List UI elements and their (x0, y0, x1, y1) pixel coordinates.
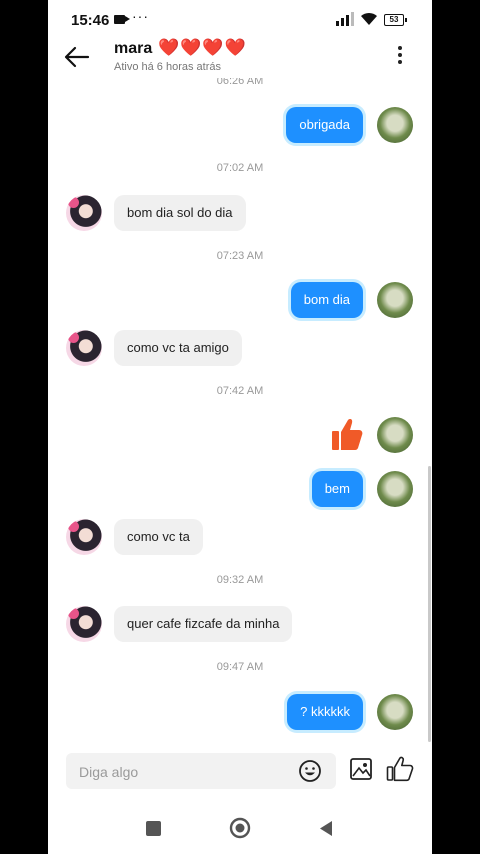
message-bubble-outgoing[interactable]: obrigada (286, 107, 363, 143)
my-avatar[interactable] (377, 417, 413, 453)
message-bubble-outgoing[interactable]: bem (311, 471, 363, 507)
my-avatar[interactable] (377, 471, 413, 507)
thumbs-up-icon[interactable] (331, 417, 363, 451)
message-input-container (66, 753, 336, 791)
more-options-icon[interactable] (390, 43, 410, 69)
message-bubble-incoming[interactable]: quer cafe fizcafe da minha (114, 606, 293, 642)
wifi-icon (361, 12, 377, 25)
contact-avatar[interactable] (66, 606, 102, 642)
more-notifications-indicator: ··· (132, 8, 149, 24)
message-bubble-outgoing[interactable]: bom dia (290, 282, 363, 318)
timestamp: 07:02 AM (216, 162, 264, 174)
battery-indicator: 53 (384, 14, 407, 26)
message-bubble-outgoing[interactable]: ? kkkkkk (287, 694, 363, 730)
my-avatar[interactable] (377, 694, 413, 730)
chat-header: mara ❤️❤️❤️❤️ Ativo há 6 horas atrás (48, 38, 432, 78)
message-list[interactable]: 06:26 AM obrigada 07:02 AM bom dia sol d… (48, 78, 432, 750)
message-composer (48, 750, 432, 796)
message-bubble-incoming[interactable]: bom dia sol do dia (114, 195, 246, 231)
home-icon[interactable] (229, 817, 251, 839)
chat-screen: 15:46 ··· 53 mara ❤️❤️❤️❤️ Ativo há 6 ho… (48, 0, 432, 854)
back-arrow-icon[interactable] (62, 44, 92, 70)
recent-apps-icon[interactable] (146, 821, 161, 836)
contact-avatar[interactable] (66, 330, 102, 366)
message-input[interactable] (77, 753, 291, 791)
timestamp: 06:26 AM (216, 78, 264, 87)
contact-name-hearts: ❤️❤️❤️❤️ (158, 38, 247, 57)
scrollbar[interactable] (428, 466, 431, 742)
system-navigation-bar (48, 800, 432, 854)
timestamp: 07:23 AM (216, 250, 264, 262)
status-bar: 15:46 ··· 53 (48, 0, 432, 38)
emoji-icon[interactable] (298, 759, 322, 783)
timestamp: 07:42 AM (216, 385, 264, 397)
like-icon[interactable] (386, 756, 414, 782)
status-time: 15:46 (71, 12, 110, 29)
my-avatar[interactable] (377, 282, 413, 318)
my-avatar[interactable] (377, 107, 413, 143)
timestamp: 09:32 AM (216, 574, 264, 586)
signal-icon (336, 12, 354, 26)
message-bubble-incoming[interactable]: como vc ta amigo (114, 330, 242, 366)
contact-avatar[interactable] (66, 195, 102, 231)
video-camera-icon (114, 15, 130, 24)
timestamp: 09:47 AM (216, 661, 264, 673)
contact-status: Ativo há 6 horas atrás (114, 61, 222, 73)
image-icon[interactable] (349, 757, 373, 781)
contact-avatar[interactable] (66, 519, 102, 555)
system-back-icon[interactable] (318, 820, 334, 837)
contact-name[interactable]: mara (114, 40, 152, 58)
message-bubble-incoming[interactable]: como vc ta (114, 519, 203, 555)
